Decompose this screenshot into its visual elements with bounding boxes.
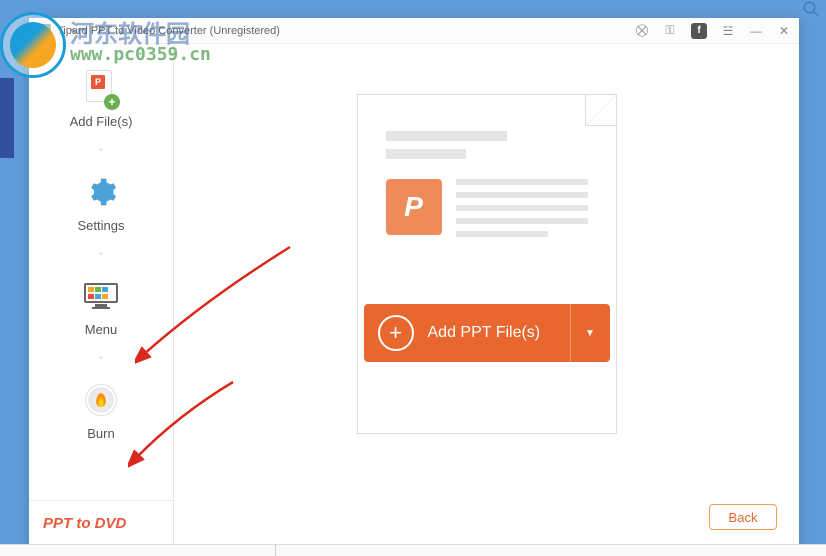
settings-gear-icon [85, 172, 117, 212]
app-window: Tipard PPT to Video Converter (Unregiste… [29, 18, 799, 546]
chevron-down-icon: ⌄ [29, 241, 173, 264]
close-button[interactable]: ✕ [777, 24, 791, 38]
app-body: + Add File(s) ⌄ Settings ⌄ [29, 44, 799, 546]
background-divider [275, 544, 276, 556]
minimize-button[interactable]: — [749, 24, 763, 38]
register-key-icon[interactable]: ⚿ [663, 24, 677, 38]
sidebar-item-settings[interactable]: Settings [29, 160, 173, 241]
report-icon[interactable]: ☱ [721, 24, 735, 38]
sidebar-footer: PPT to DVD [29, 500, 173, 546]
dvd-menu-icon [84, 276, 118, 316]
placeholder-bar [386, 131, 507, 141]
watermark-logo [0, 12, 66, 78]
sidebar: + Add File(s) ⌄ Settings ⌄ [29, 44, 174, 546]
sidebar-label-settings: Settings [78, 218, 125, 233]
add-ppt-files-button[interactable]: + Add PPT File(s) ▼ [364, 304, 610, 362]
placeholder-bar [386, 149, 467, 159]
watermark-site-url: www.pc0359.cn [70, 44, 211, 65]
background-fragment [0, 544, 826, 556]
powerpoint-p-icon: P [386, 179, 442, 235]
add-ppt-dropdown-arrow[interactable]: ▼ [570, 304, 610, 362]
sidebar-label-add-files: Add File(s) [70, 114, 133, 129]
mode-label-ppt-to-dvd: PPT to DVD [43, 515, 159, 532]
add-files-icon: + [86, 68, 116, 108]
sidebar-item-burn[interactable]: Burn [29, 368, 173, 449]
sidebar-label-burn: Burn [87, 426, 114, 441]
add-ppt-label: Add PPT File(s) [428, 324, 570, 342]
titlebar-controls: ⛒ ⚿ f ☱ — ✕ [635, 23, 791, 39]
facebook-icon[interactable]: f [691, 23, 707, 39]
cart-icon[interactable]: ⛒ [635, 24, 649, 38]
browser-left-strip [0, 78, 14, 158]
placeholder-lines [456, 179, 588, 244]
sidebar-item-menu[interactable]: Menu [29, 264, 173, 345]
chevron-down-icon: ⌄ [29, 137, 173, 160]
plus-circle-icon: + [378, 315, 414, 351]
document-preview-placeholder: P [357, 94, 617, 434]
back-button[interactable]: Back [709, 504, 777, 530]
browser-search-icon[interactable] [802, 0, 820, 18]
main-area: P + Add PPT File(s) ▼ Back [174, 44, 799, 546]
chevron-down-icon: ⌄ [29, 345, 173, 368]
burn-disc-icon [85, 380, 117, 420]
sidebar-label-menu: Menu [85, 322, 118, 337]
